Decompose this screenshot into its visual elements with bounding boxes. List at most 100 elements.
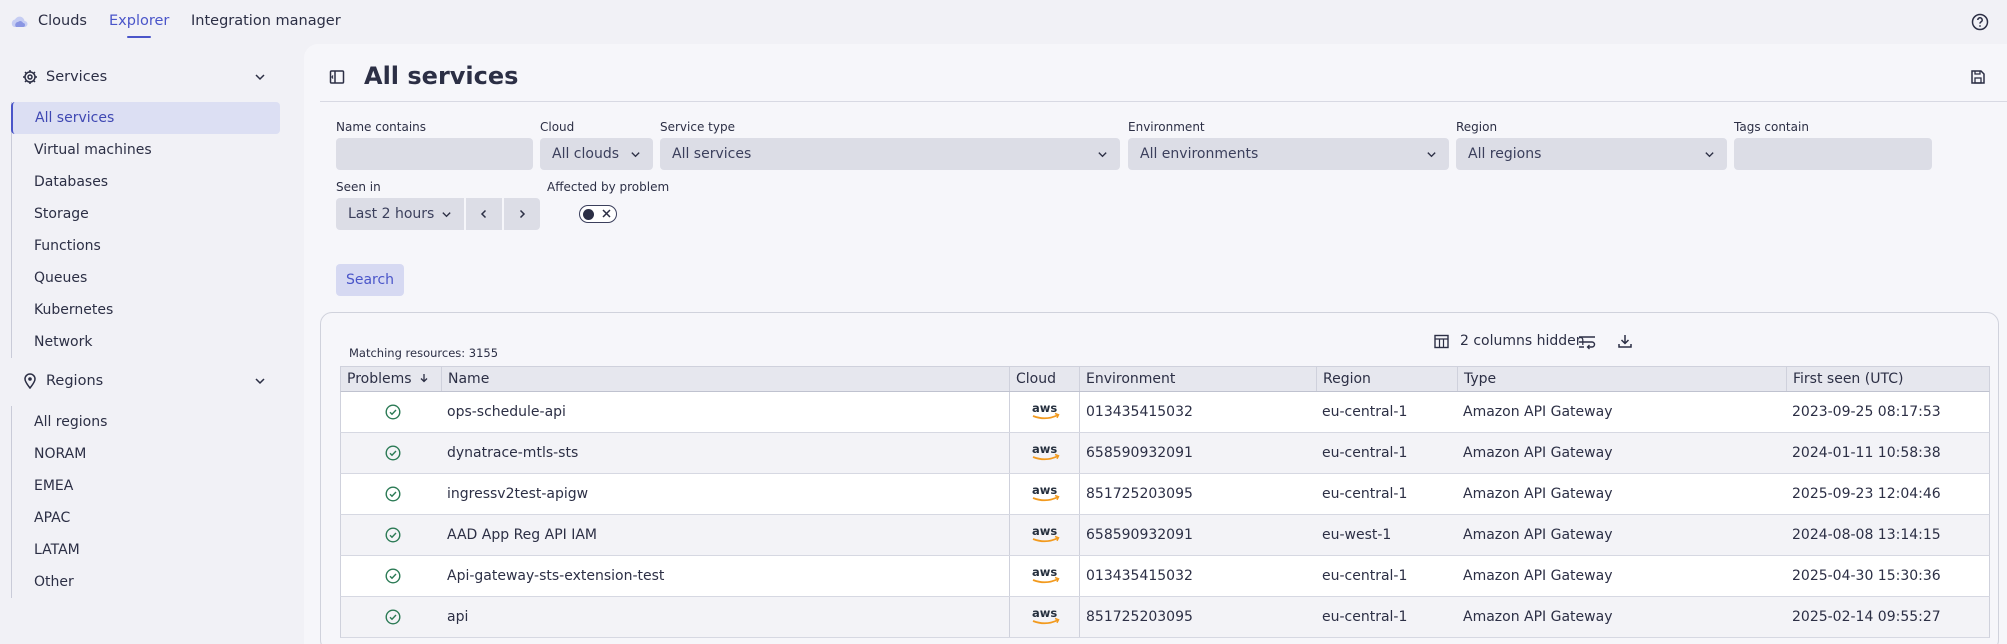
regions-nav-list: All regions NORAM EMEA APAC LATAM Other — [11, 406, 280, 598]
column-header-problems-label: Problems — [347, 371, 412, 387]
regions-section-header[interactable]: Regions — [22, 370, 272, 394]
table-columns-icon — [1434, 334, 1449, 349]
line-wrap-icon[interactable] — [1578, 334, 1596, 350]
help-icon[interactable] — [1971, 13, 1989, 31]
chevron-down-icon — [1427, 152, 1436, 158]
sidebar-item-databases[interactable]: Databases — [12, 166, 280, 198]
previous-timeframe-button[interactable] — [466, 198, 502, 230]
cell-first-seen: 2025-09-23 12:04:46 — [1792, 486, 1941, 502]
services-nav-list: All services Virtual machines Databases … — [11, 102, 280, 358]
sidebar-item-queues[interactable]: Queues — [12, 262, 280, 294]
cell-environment: 658590932091 — [1079, 515, 1316, 555]
cloud-select-value: All clouds — [552, 146, 620, 162]
services-gear-icon — [23, 70, 37, 84]
page-title: All services — [364, 62, 519, 90]
cell-region: eu-central-1 — [1322, 404, 1408, 420]
check-circle-icon — [385, 486, 401, 502]
column-header-cloud[interactable]: Cloud — [1009, 367, 1079, 391]
tab-integration-manager[interactable]: Integration manager — [191, 13, 341, 29]
sidebar-item-emea[interactable]: EMEA — [12, 470, 280, 502]
table-row[interactable]: ingressv2test-apigw aws 851725203095 eu-… — [340, 474, 1990, 515]
sidebar-item-storage[interactable]: Storage — [12, 198, 280, 230]
table-header: Problems Name Cloud Environment Region T… — [340, 366, 1990, 392]
table-row[interactable]: dynatrace-mtls-sts aws 658590932091 eu-c… — [340, 433, 1990, 474]
cell-region: eu-central-1 — [1322, 445, 1408, 461]
cell-region: eu-west-1 — [1322, 527, 1392, 543]
sidebar-item-noram[interactable]: NORAM — [12, 438, 280, 470]
download-icon[interactable] — [1617, 333, 1633, 349]
next-timeframe-button[interactable] — [504, 198, 540, 230]
region-select[interactable]: All regions — [1456, 138, 1727, 170]
regions-section-label: Regions — [46, 373, 104, 389]
location-pin-icon — [24, 373, 36, 389]
table-row[interactable]: Api-gateway-sts-extension-test aws 01343… — [340, 556, 1990, 597]
seen-in-select[interactable]: Last 2 hours — [336, 198, 464, 230]
tab-clouds[interactable]: Clouds — [38, 13, 87, 29]
sidebar-item-kubernetes[interactable]: Kubernetes — [12, 294, 280, 326]
sidebar-item-functions[interactable]: Functions — [12, 230, 280, 262]
cell-environment: 013435415032 — [1079, 556, 1316, 596]
table-row[interactable]: ops-schedule-api aws 013435415032 eu-cen… — [340, 392, 1990, 433]
affected-by-problem-toggle[interactable] — [579, 205, 617, 223]
check-circle-icon — [385, 568, 401, 584]
sidebar-toggle-icon[interactable] — [329, 69, 345, 85]
cell-name: api — [447, 609, 469, 625]
hidden-columns-label: 2 columns hidden — [1460, 333, 1585, 349]
table-row[interactable]: AAD App Reg API IAM aws 658590932091 eu-… — [340, 515, 1990, 556]
sidebar-item-other[interactable]: Other — [12, 566, 280, 598]
name-contains-label: Name contains — [336, 120, 427, 134]
check-circle-icon — [385, 404, 401, 420]
cell-region: eu-central-1 — [1322, 568, 1408, 584]
aws-logo-icon: aws — [1032, 606, 1060, 625]
search-button[interactable]: Search — [336, 264, 404, 296]
sidebar-item-all-services[interactable]: All services — [11, 102, 280, 134]
cell-type: Amazon API Gateway — [1463, 404, 1613, 420]
cloud-select[interactable]: All clouds — [540, 138, 653, 170]
title-divider — [320, 101, 2007, 102]
table-row[interactable]: api aws 851725203095 eu-central-1 Amazon… — [340, 597, 1990, 638]
region-label: Region — [1456, 120, 1498, 134]
column-header-name[interactable]: Name — [441, 367, 1009, 391]
cloud-label: Cloud — [540, 120, 575, 134]
tab-explorer[interactable]: Explorer — [109, 13, 169, 38]
column-header-first-seen[interactable]: First seen (UTC) — [1786, 367, 1989, 391]
sidebar-item-all-regions[interactable]: All regions — [12, 406, 280, 438]
chevron-down-icon — [255, 74, 265, 81]
chevron-down-icon — [442, 212, 451, 218]
cell-type: Amazon API Gateway — [1463, 527, 1613, 543]
toggle-knob — [583, 208, 594, 220]
cell-first-seen: 2024-01-11 10:58:38 — [1792, 445, 1941, 461]
cell-cloud: aws — [1009, 392, 1079, 432]
save-icon[interactable] — [1970, 69, 1986, 85]
cell-first-seen: 2025-02-14 09:55:27 — [1792, 609, 1941, 625]
sidebar-item-network[interactable]: Network — [12, 326, 280, 358]
close-icon — [602, 209, 611, 218]
cell-environment: 013435415032 — [1079, 392, 1316, 432]
cell-cloud: aws — [1009, 556, 1079, 596]
cell-name: ingressv2test-apigw — [447, 486, 589, 502]
column-header-region[interactable]: Region — [1316, 367, 1457, 391]
name-contains-input[interactable] — [336, 138, 533, 170]
sidebar: Services All services Virtual machines D… — [0, 44, 300, 644]
cell-name: ops-schedule-api — [447, 404, 566, 420]
svg-text:aws: aws — [1032, 483, 1057, 497]
aws-logo-icon: aws — [1032, 442, 1060, 461]
column-header-type[interactable]: Type — [1457, 367, 1786, 391]
service-type-select[interactable]: All services — [660, 138, 1120, 170]
aws-logo-icon: aws — [1032, 483, 1060, 502]
column-header-problems[interactable]: Problems — [341, 367, 441, 391]
tags-contain-input[interactable] — [1734, 138, 1932, 170]
services-section-header[interactable]: Services — [22, 66, 272, 90]
environment-select[interactable]: All environments — [1128, 138, 1449, 170]
cell-region: eu-central-1 — [1322, 486, 1408, 502]
seen-in-select-value: Last 2 hours — [348, 206, 435, 222]
sidebar-item-latam[interactable]: LATAM — [12, 534, 280, 566]
aws-logo-icon: aws — [1032, 401, 1060, 420]
column-header-environment[interactable]: Environment — [1079, 367, 1316, 391]
cell-cloud: aws — [1009, 474, 1079, 514]
cell-name: Api-gateway-sts-extension-test — [447, 568, 665, 584]
chevron-down-icon — [631, 152, 640, 158]
sidebar-item-apac[interactable]: APAC — [12, 502, 280, 534]
sidebar-item-virtual-machines[interactable]: Virtual machines — [12, 134, 280, 166]
chevron-left-icon — [480, 209, 487, 219]
